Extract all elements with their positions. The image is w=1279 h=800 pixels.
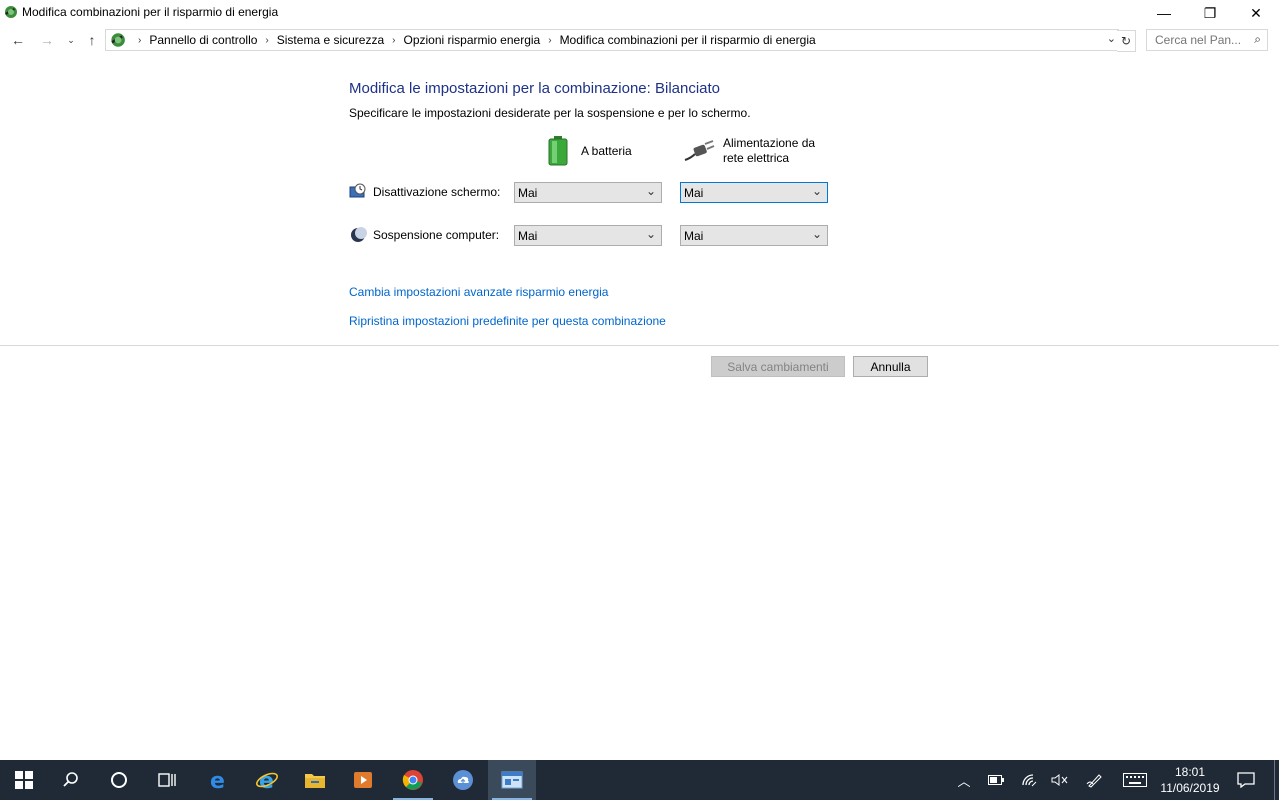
display-off-ac-select[interactable]: Mai ⌄ xyxy=(680,182,828,203)
breadcrumb-separator-icon: › xyxy=(138,34,142,46)
breadcrumb-separator-icon[interactable]: › xyxy=(548,35,551,46)
power-options-icon xyxy=(5,6,17,18)
advanced-settings-link[interactable]: Cambia impostazioni avanzate risparmio e… xyxy=(349,285,608,299)
battery-icon xyxy=(548,136,568,166)
windows-logo-icon xyxy=(15,771,33,789)
volume-muted-icon[interactable] xyxy=(1048,760,1072,800)
chrome-button[interactable] xyxy=(389,760,437,800)
show-desktop-button[interactable] xyxy=(1274,760,1275,800)
breadcrumb-item[interactable]: Pannello di controllo xyxy=(149,33,257,47)
sleep-label: Sospensione computer: xyxy=(373,228,500,242)
clock-time: 18:01 xyxy=(1174,765,1206,779)
folder-icon xyxy=(305,774,325,788)
sleep-ac-select[interactable]: Mai ⌄ xyxy=(680,225,828,246)
power-plug-icon xyxy=(684,140,715,161)
chevron-down-icon: ⌄ xyxy=(811,184,822,198)
navigation-bar: ← → ⌄ ↑ › Pannello di controllo › Sistem… xyxy=(0,28,1279,52)
system-clock[interactable]: 18:01 11/06/2019 xyxy=(1152,764,1228,796)
minimize-button[interactable]: — xyxy=(1141,0,1187,26)
chevron-down-icon: ⌄ xyxy=(811,227,822,241)
restore-defaults-link[interactable]: Ripristina impostazioni predefinite per … xyxy=(349,314,666,328)
select-value: Mai xyxy=(518,229,538,243)
display-off-label: Disattivazione schermo: xyxy=(373,185,501,199)
save-button[interactable]: Salva cambiamenti xyxy=(711,356,845,377)
battery-column-label: A batteria xyxy=(581,144,632,158)
search-icon xyxy=(63,772,78,787)
internet-explorer-button[interactable]: e xyxy=(243,760,291,800)
cortana-button[interactable] xyxy=(95,760,143,800)
page-title: Modifica le impostazioni per la combinaz… xyxy=(349,80,721,97)
show-hidden-icons-chevron-icon[interactable]: ︿ xyxy=(954,760,974,800)
internet-explorer-icon: e xyxy=(256,769,278,791)
ac-column-header: Alimentazione da rete elettrica xyxy=(683,136,833,166)
cloud-app-button[interactable] xyxy=(439,760,487,800)
pen-workspace-icon[interactable] xyxy=(1083,760,1107,800)
search-input[interactable] xyxy=(1153,30,1247,50)
breadcrumb-separator-icon[interactable]: › xyxy=(265,35,268,46)
taskbar: e e ︿ 18:01 11/06/2019 xyxy=(0,760,1279,800)
refresh-icon[interactable]: ↻ xyxy=(1117,30,1136,52)
chevron-down-icon: ⌄ xyxy=(645,227,656,241)
control-panel-icon xyxy=(111,33,125,47)
cloud-upload-icon xyxy=(453,770,473,790)
search-icon[interactable]: ⌕ xyxy=(1254,32,1261,47)
clock-date: 11/06/2019 xyxy=(1160,781,1220,795)
start-button[interactable] xyxy=(0,760,48,800)
cortana-circle-icon xyxy=(111,772,127,788)
battery-column-header: A batteria xyxy=(547,136,632,166)
select-value: Mai xyxy=(684,229,704,243)
divider xyxy=(0,345,1279,346)
edge-button[interactable]: e xyxy=(195,760,243,800)
chrome-icon xyxy=(402,770,423,790)
select-value: Mai xyxy=(518,186,538,200)
monitor-clock-icon xyxy=(349,183,366,198)
network-icon[interactable] xyxy=(1017,760,1041,800)
task-view-icon xyxy=(158,773,176,787)
up-arrow-icon[interactable]: ↑ xyxy=(82,30,102,50)
sleep-battery-select[interactable]: Mai ⌄ xyxy=(514,225,662,246)
edge-icon: e xyxy=(210,769,225,791)
control-panel-taskbar-button[interactable] xyxy=(488,760,536,800)
media-player-icon xyxy=(354,772,372,788)
svg-text:e: e xyxy=(259,769,274,791)
breadcrumb-separator-icon[interactable]: › xyxy=(392,35,395,46)
svg-text:e: e xyxy=(210,769,225,791)
display-off-row: Disattivazione schermo: xyxy=(349,183,500,201)
back-arrow-icon[interactable]: ← xyxy=(8,30,28,50)
search-button[interactable] xyxy=(47,760,95,800)
address-bar[interactable]: › Pannello di controllo › Sistema e sicu… xyxy=(105,29,1119,51)
touch-keyboard-icon[interactable] xyxy=(1120,760,1150,800)
close-button[interactable]: ✕ xyxy=(1233,0,1279,26)
cancel-button[interactable]: Annulla xyxy=(853,356,928,377)
breadcrumb-item[interactable]: Sistema e sicurezza xyxy=(277,33,384,47)
task-view-button[interactable] xyxy=(143,760,191,800)
title-bar: Modifica combinazioni per il risparmio d… xyxy=(0,0,1279,26)
moon-icon xyxy=(351,227,367,242)
breadcrumb-item[interactable]: Modifica combinazioni per il risparmio d… xyxy=(560,33,816,47)
forward-arrow-icon[interactable]: → xyxy=(37,30,57,50)
select-value: Mai xyxy=(684,186,704,200)
recent-locations-chevron-icon[interactable]: ⌄ xyxy=(61,30,81,50)
page-description: Specificare le impostazioni desiderate p… xyxy=(349,106,751,120)
media-player-button[interactable] xyxy=(339,760,387,800)
maximize-button[interactable]: ❐ xyxy=(1187,0,1233,26)
ac-column-label: Alimentazione da rete elettrica xyxy=(723,136,816,165)
address-dropdown-icon[interactable]: ⌄ xyxy=(1107,32,1116,45)
battery-status-icon[interactable] xyxy=(984,760,1008,800)
display-off-battery-select[interactable]: Mai ⌄ xyxy=(514,182,662,203)
window-title: Modifica combinazioni per il risparmio d… xyxy=(22,5,279,19)
chevron-down-icon: ⌄ xyxy=(645,184,656,198)
breadcrumb-item[interactable]: Opzioni risparmio energia xyxy=(403,33,540,47)
control-panel-window-icon xyxy=(501,771,523,789)
search-box[interactable]: ⌕ xyxy=(1146,29,1268,51)
action-center-icon[interactable] xyxy=(1234,760,1258,800)
file-explorer-button[interactable] xyxy=(291,760,339,800)
sleep-row: Sospensione computer: xyxy=(349,226,499,244)
breadcrumb: › Pannello di controllo › Sistema e sicu… xyxy=(106,30,816,50)
